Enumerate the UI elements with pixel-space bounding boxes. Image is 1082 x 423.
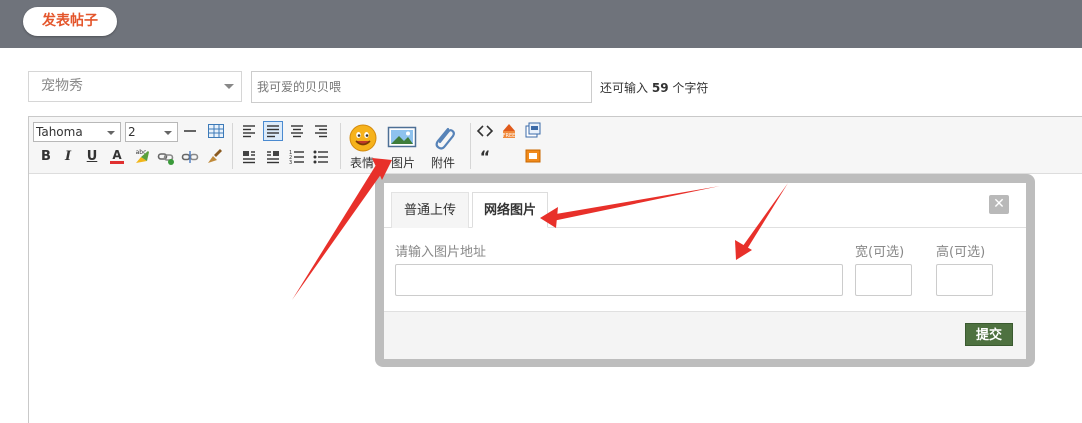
red-arrow <box>735 183 788 260</box>
red-arrow <box>292 158 392 300</box>
red-arrow <box>540 186 720 228</box>
annotation-arrows <box>292 158 788 300</box>
